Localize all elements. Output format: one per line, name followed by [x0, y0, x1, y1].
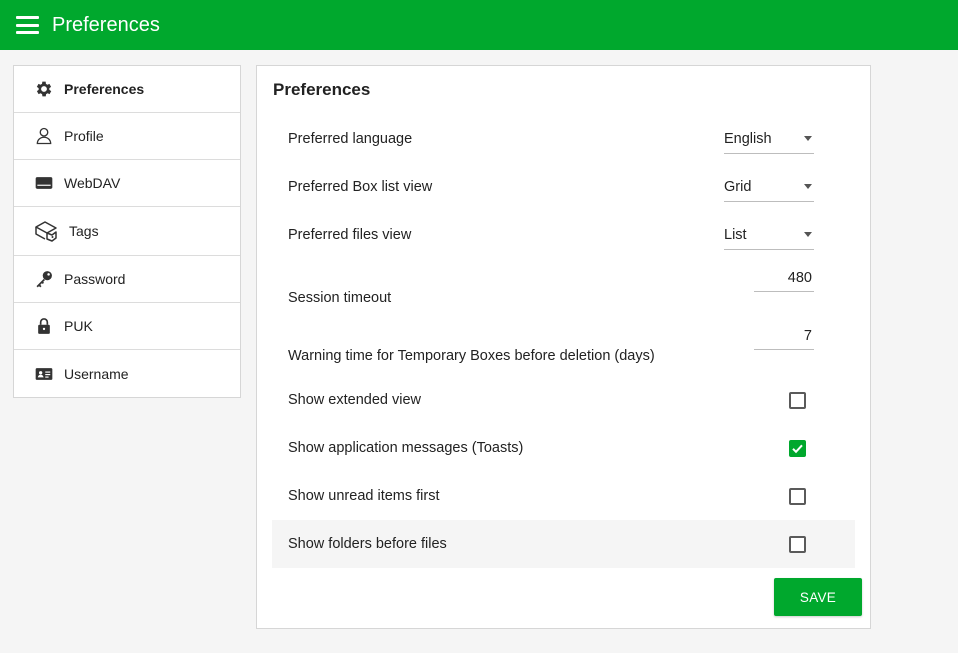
hamburger-icon[interactable] — [16, 16, 39, 34]
files-view-row: Preferred files view List — [272, 216, 855, 254]
toasts-checkbox[interactable] — [789, 440, 806, 457]
sidebar-item-label: Tags — [69, 223, 99, 239]
panel-title: Preferences — [273, 80, 371, 99]
sidebar-item-password[interactable]: Password — [14, 256, 240, 303]
sidebar-item-label: PUK — [64, 318, 93, 334]
sidebar-item-tags[interactable]: Tags — [14, 207, 240, 256]
box-list-view-row: Preferred Box list view Grid — [272, 168, 855, 206]
unread-first-checkbox[interactable] — [789, 488, 806, 505]
language-row: Preferred language English — [272, 120, 855, 158]
extended-view-checkbox[interactable] — [789, 392, 806, 409]
key-icon — [33, 268, 55, 290]
files-view-select[interactable]: List — [724, 220, 814, 250]
preferences-panel: Preferences Preferred language English P… — [256, 65, 871, 629]
files-view-label: Preferred files view — [288, 227, 412, 243]
sidebar-item-label: WebDAV — [64, 175, 121, 191]
sidebar-item-webdav[interactable]: WebDAV — [14, 160, 240, 207]
drive-icon — [33, 172, 55, 194]
folders-first-checkbox[interactable] — [789, 536, 806, 553]
chevron-down-icon — [804, 232, 812, 237]
user-icon — [33, 125, 55, 147]
save-button[interactable]: SAVE — [774, 578, 862, 616]
app-header: Preferences — [0, 0, 958, 50]
folders-first-row: Show folders before files — [272, 520, 855, 568]
folders-first-label: Show folders before files — [288, 536, 447, 552]
session-timeout-input[interactable] — [754, 264, 814, 292]
lock-icon — [33, 315, 55, 337]
sidebar-item-label: Profile — [64, 128, 104, 144]
chevron-down-icon — [804, 184, 812, 189]
session-timeout-row: Session timeout — [272, 264, 855, 312]
sidebar: Preferences Profile WebDAV Tags Password… — [13, 65, 241, 398]
sidebar-item-username[interactable]: Username — [14, 350, 240, 397]
unread-first-label: Show unread items first — [288, 488, 440, 504]
warning-time-input[interactable] — [754, 322, 814, 350]
language-label: Preferred language — [288, 131, 413, 147]
warning-time-row: Warning time for Temporary Boxes before … — [272, 322, 855, 370]
sidebar-item-label: Username — [64, 365, 129, 382]
sidebar-item-puk[interactable]: PUK — [14, 303, 240, 350]
box-list-view-value: Grid — [724, 178, 752, 195]
extended-view-label: Show extended view — [288, 392, 421, 408]
toasts-label: Show application messages (Toasts) — [288, 440, 524, 456]
sidebar-item-label: Password — [64, 271, 126, 287]
warning-time-label: Warning time for Temporary Boxes before … — [288, 348, 655, 364]
tag-icon — [33, 218, 59, 244]
sidebar-item-profile[interactable]: Profile — [14, 113, 240, 160]
unread-first-row: Show unread items first — [272, 472, 855, 520]
sidebar-item-preferences[interactable]: Preferences — [14, 66, 240, 113]
session-timeout-label: Session timeout — [288, 290, 392, 306]
page-title: Preferences — [52, 13, 160, 36]
files-view-value: List — [724, 226, 747, 243]
id-card-icon — [33, 363, 55, 385]
box-list-view-label: Preferred Box list view — [288, 179, 433, 195]
checkmark-icon — [792, 444, 803, 454]
language-value: English — [724, 130, 772, 147]
language-select[interactable]: English — [724, 124, 814, 154]
sidebar-item-label: Preferences — [64, 81, 145, 97]
toasts-row: Show application messages (Toasts) — [272, 424, 855, 472]
gear-icon — [33, 78, 55, 100]
extended-view-row: Show extended view — [272, 376, 855, 424]
chevron-down-icon — [804, 136, 812, 141]
box-list-view-select[interactable]: Grid — [724, 172, 814, 202]
